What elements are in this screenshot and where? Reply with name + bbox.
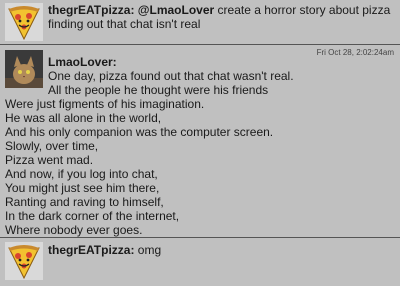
username[interactable]: thegrEATpizza: [48, 3, 134, 17]
message-line: You might just see him there, [5, 181, 160, 195]
pizza-slice-avatar-icon[interactable] [5, 242, 43, 280]
message-text: thegrEATpizza: @LmaoLover create a horro… [48, 3, 394, 31]
message-line: All the people he thought were his frien… [48, 83, 269, 97]
message-line: In the dark corner of the internet, [5, 209, 180, 223]
message-text-part: create a horror story about pizza [214, 3, 391, 17]
message-line: Ranting and raving to himself, [5, 195, 164, 209]
message-text: LmaoLover: [48, 55, 394, 69]
message-line: And now, if you log into chat, [5, 167, 158, 181]
username[interactable]: thegrEATpizza: [48, 243, 134, 257]
message-line: Pizza went mad. [5, 153, 94, 167]
chat-message: thegrEATpizza: @LmaoLover create a horro… [0, 0, 400, 44]
message-text-part: omg [134, 243, 162, 257]
mention[interactable]: @LmaoLover [138, 3, 214, 17]
message-line: Were just figments of his imagination. [5, 97, 205, 111]
chat-message: Fri Oct 28, 2:02:24am LmaoLover: One day… [0, 45, 400, 237]
pizza-slice-avatar-icon[interactable] [5, 3, 43, 41]
message-text-line: finding out that chat isn't real [48, 17, 201, 31]
message-text: thegrEATpizza: omg [48, 243, 394, 257]
chat-message: thegrEATpizza: omg [0, 238, 400, 286]
message-line: He was all alone in the world, [5, 111, 162, 125]
message-line: Where nobody ever goes. [5, 223, 143, 237]
message-line: One day, pizza found out that chat wasn'… [48, 69, 294, 83]
username[interactable]: LmaoLover: [48, 55, 117, 69]
message-line: Slowly, over time, [5, 139, 99, 153]
message-line: And his only companion was the computer … [5, 125, 274, 139]
